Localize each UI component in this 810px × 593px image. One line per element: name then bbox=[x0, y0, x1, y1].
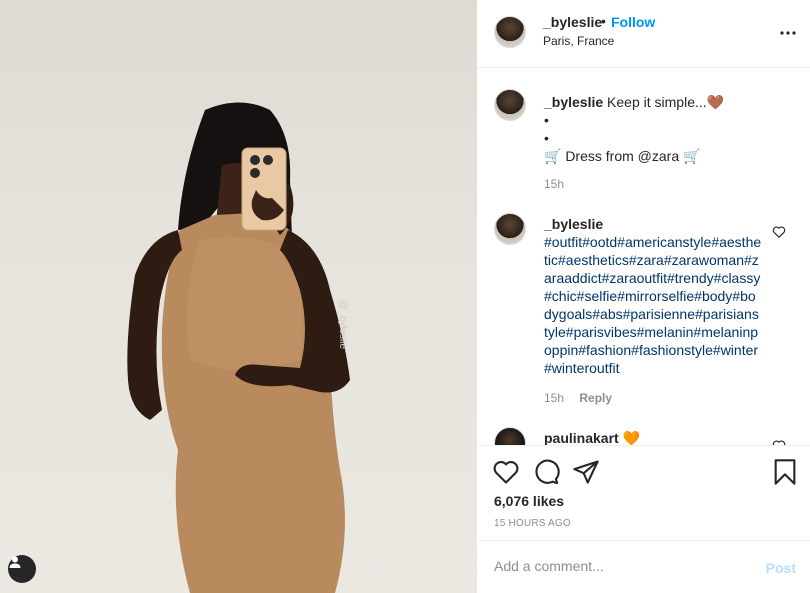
caption-username[interactable]: _byleslie bbox=[544, 94, 603, 110]
likes-count[interactable]: 6,076 likes bbox=[494, 493, 564, 509]
comment-hashtags[interactable]: #outfit#ootd#americanstyle#aesthetic#aes… bbox=[544, 233, 762, 377]
caption-line-4: 🛒 Dress from @zara 🛒 bbox=[544, 148, 701, 164]
comment-time: 15h bbox=[544, 391, 565, 405]
post-header: _byleslie • Follow Paris, France bbox=[477, 0, 810, 68]
caption-line-3: • bbox=[544, 130, 549, 146]
author-avatar[interactable] bbox=[494, 16, 526, 48]
like-heart-icon[interactable] bbox=[492, 458, 520, 486]
comments-list[interactable]: _byleslie Keep it simple...🤎 • • 🛒 Dress… bbox=[477, 69, 810, 445]
comment-bubble-icon[interactable] bbox=[532, 458, 560, 486]
add-comment-bar: Post bbox=[477, 540, 810, 593]
action-bar: 6,076 likes 15 HOURS AGO bbox=[477, 445, 810, 540]
comment-emoji: 🧡 bbox=[622, 430, 641, 445]
comment-username[interactable]: _byleslie bbox=[544, 215, 762, 233]
reply-button[interactable]: Reply bbox=[579, 391, 612, 405]
more-options-icon[interactable] bbox=[780, 18, 796, 41]
save-bookmark-icon[interactable] bbox=[771, 458, 799, 486]
separator-dot: • bbox=[601, 13, 606, 29]
comment-avatar[interactable] bbox=[494, 427, 526, 445]
caption-time: 15h bbox=[544, 177, 565, 191]
share-paper-plane-icon[interactable] bbox=[572, 458, 600, 486]
follow-button[interactable]: Follow bbox=[611, 14, 655, 30]
caption-avatar[interactable] bbox=[494, 89, 526, 121]
post-timestamp[interactable]: 15 HOURS AGO bbox=[494, 518, 571, 529]
tagged-users-button[interactable] bbox=[8, 555, 36, 583]
post-comment-button[interactable]: Post bbox=[766, 560, 796, 576]
comment-input[interactable] bbox=[494, 558, 744, 574]
author-username[interactable]: _byleslie bbox=[543, 14, 602, 30]
caption-line-2: • bbox=[544, 112, 549, 128]
post-photo[interactable]: @_byleslie bbox=[0, 0, 477, 593]
like-comment-icon[interactable] bbox=[772, 225, 786, 239]
caption-line-1: Keep it simple...🤎 bbox=[607, 94, 725, 110]
comment-avatar[interactable] bbox=[494, 213, 526, 245]
comment-username[interactable]: paulinakart bbox=[544, 430, 619, 445]
svg-text:@_byleslie: @_byleslie bbox=[337, 300, 348, 350]
post-image: @_byleslie bbox=[127, 102, 350, 593]
post-location[interactable]: Paris, France bbox=[543, 34, 614, 48]
post-details-panel: _byleslie • Follow Paris, France _bylesl… bbox=[477, 0, 810, 593]
user-icon bbox=[9, 556, 21, 568]
